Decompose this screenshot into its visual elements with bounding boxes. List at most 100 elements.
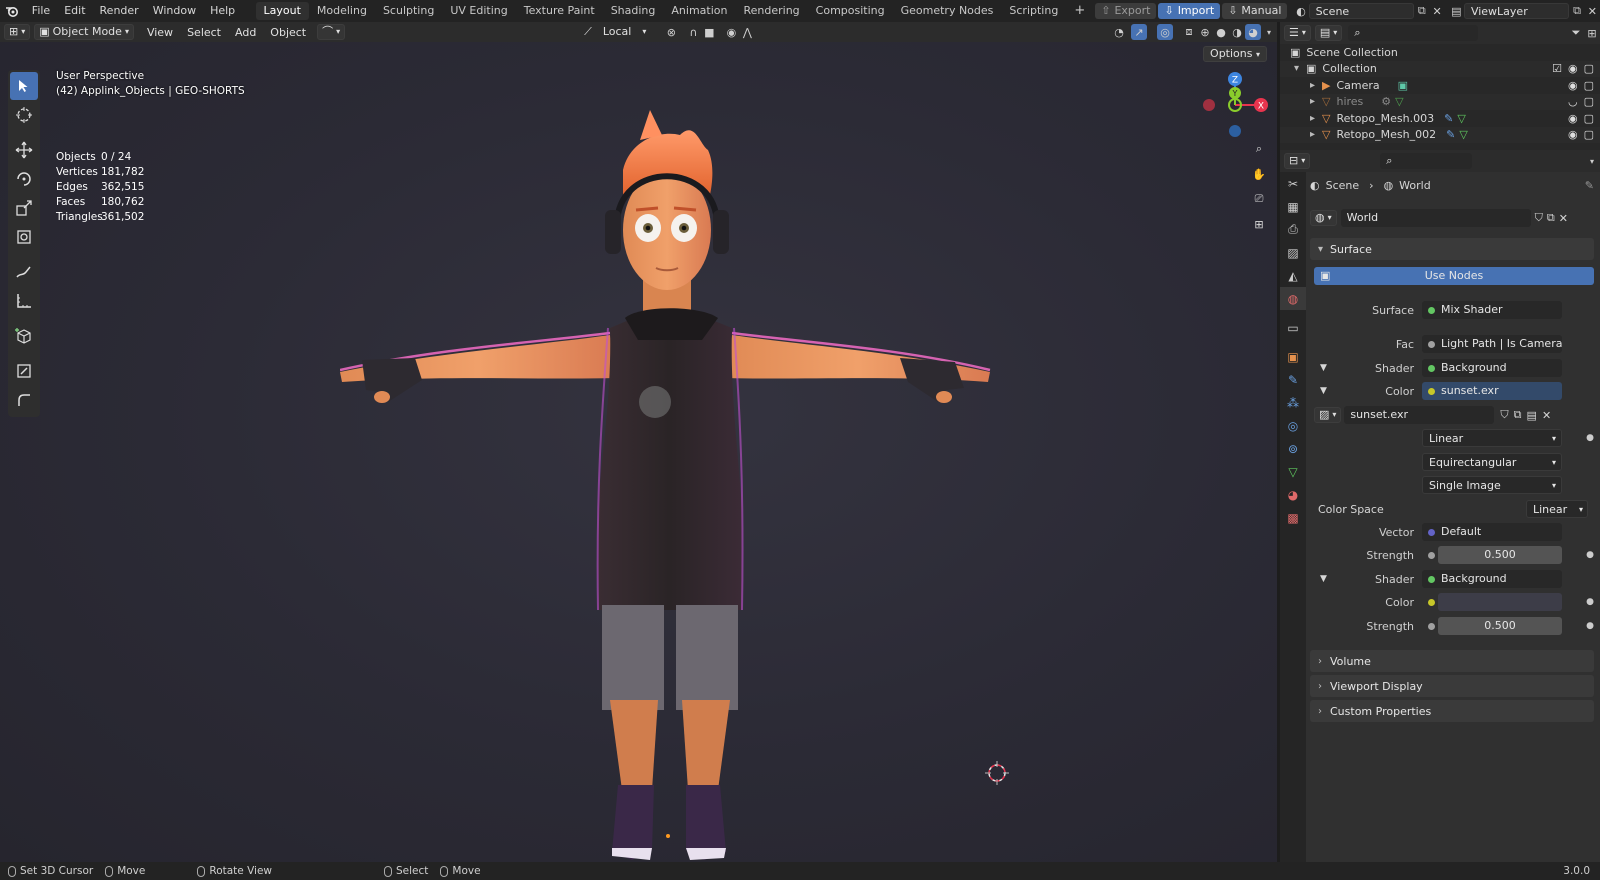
character-model[interactable]	[340, 90, 1010, 862]
chevron-down-icon[interactable]: ▼	[1320, 574, 1327, 584]
tab-scripting[interactable]: Scripting	[1001, 2, 1066, 20]
world-tab-icon[interactable]: ◍	[1280, 287, 1306, 310]
unlink-image-icon[interactable]: ✕	[1542, 409, 1551, 422]
move-tool-icon[interactable]	[10, 136, 38, 164]
proportional-edit-icon[interactable]: ◉	[723, 24, 739, 40]
snap-target-icon[interactable]: ■	[701, 24, 717, 40]
fake-user-icon[interactable]: ⛉	[1535, 211, 1543, 225]
tab-modeling[interactable]: Modeling	[309, 2, 375, 20]
object-mode-dropdown[interactable]: ▣ Object Mode ▾	[34, 24, 134, 40]
menu-object[interactable]: Object	[263, 26, 313, 39]
import-button[interactable]: ⇩ Import	[1158, 3, 1221, 19]
chevron-down-icon[interactable]: ▼	[1320, 363, 1327, 373]
object-tab-icon[interactable]: ▣	[1280, 345, 1306, 368]
outliner-item-hires[interactable]: ▸ ▽ hires ⚙ ▽ ◡ ▢	[1280, 93, 1600, 110]
shading-rendered-icon[interactable]: ◕	[1245, 24, 1261, 40]
strength1-slider[interactable]: 0.500	[1438, 546, 1562, 564]
eye-icon[interactable]: ◉	[1568, 79, 1578, 92]
surface-panel-header[interactable]: ▾ Surface	[1310, 238, 1594, 260]
physics-tab-icon[interactable]: ◎	[1280, 414, 1306, 437]
menu-window[interactable]: Window	[146, 0, 203, 22]
checkbox-icon[interactable]: ☑	[1552, 62, 1562, 75]
scene-tab-icon[interactable]: ◭	[1280, 264, 1306, 287]
scale-tool-icon[interactable]	[10, 194, 38, 222]
fake-user-icon[interactable]: ⛉	[1500, 408, 1508, 422]
view-layer-field[interactable]: ViewLayer	[1463, 3, 1570, 19]
outliner-scene-collection[interactable]: ▣ Scene Collection	[1280, 44, 1600, 61]
tab-uv-editing[interactable]: UV Editing	[442, 2, 515, 20]
overlay-toggle-icon[interactable]: ◎	[1157, 24, 1173, 40]
shading-material-icon[interactable]: ◑	[1229, 24, 1245, 40]
camera-icon[interactable]: ▢	[1584, 79, 1594, 92]
shading-wireframe-icon[interactable]: ⊕	[1197, 24, 1213, 40]
source-dropdown[interactable]: Single Image ▾	[1422, 476, 1562, 494]
delete-scene-icon[interactable]: ✕	[1429, 3, 1444, 19]
tool-tab-icon[interactable]: ✂	[1280, 172, 1306, 195]
duplicate-image-icon[interactable]: ⧉	[1514, 408, 1522, 422]
tab-texture-paint[interactable]: Texture Paint	[516, 2, 603, 20]
modifier-tab-icon[interactable]: ✎	[1280, 368, 1306, 391]
view-layer-tab-icon[interactable]: ▨	[1280, 241, 1306, 264]
visibility-icon[interactable]: ◔	[1111, 24, 1127, 40]
tab-sculpting[interactable]: Sculpting	[375, 2, 442, 20]
camera-icon[interactable]: ▢	[1584, 112, 1594, 125]
chevron-down-icon[interactable]: ▾	[1584, 153, 1600, 169]
vector-field[interactable]: Default	[1422, 523, 1562, 541]
color2-swatch[interactable]	[1438, 593, 1562, 611]
texture-tab-icon[interactable]: ▩	[1280, 506, 1306, 529]
constraints-tab-icon[interactable]: ⊚	[1280, 437, 1306, 460]
projection-dropdown[interactable]: Equirectangular ▾	[1422, 453, 1562, 471]
eye-icon[interactable]: ◉	[1568, 128, 1578, 141]
surface-shader-field[interactable]: Mix Shader	[1422, 301, 1562, 319]
output-tab-icon[interactable]: ⎙	[1280, 218, 1306, 241]
add-cube-tool-icon[interactable]	[10, 322, 38, 350]
shading-solid-icon[interactable]: ●	[1213, 24, 1229, 40]
view-layer-icon[interactable]: ▤	[1449, 3, 1464, 19]
chevron-down-icon[interactable]: ▼	[1320, 386, 1327, 396]
menu-view[interactable]: View	[140, 26, 180, 39]
viewport-display-panel-header[interactable]: › Viewport Display	[1310, 675, 1594, 697]
menu-render[interactable]: Render	[93, 0, 146, 22]
new-world-icon[interactable]: ⧉	[1547, 211, 1555, 225]
scene-icon[interactable]: ◐	[1293, 3, 1308, 19]
rotate-tool-icon[interactable]	[10, 165, 38, 193]
color1-field[interactable]: sunset.exr	[1422, 382, 1562, 400]
menu-add[interactable]: Add	[228, 26, 263, 39]
menu-edit[interactable]: Edit	[57, 0, 92, 22]
camera-icon[interactable]: ▢	[1584, 128, 1594, 141]
zoom-icon[interactable]: ⌕	[1248, 138, 1270, 160]
xray-icon[interactable]: ⧈	[1181, 24, 1197, 40]
interpolation-dropdown[interactable]: Linear ▾	[1422, 429, 1562, 447]
fac-field[interactable]: Light Path | Is Camera Ray	[1422, 335, 1562, 353]
chevron-right-icon[interactable]: ▸	[1310, 80, 1322, 91]
eye-closed-icon[interactable]: ◡	[1568, 95, 1578, 108]
add-workspace-button[interactable]: +	[1066, 2, 1093, 20]
tab-geometry-nodes[interactable]: Geometry Nodes	[893, 2, 1002, 20]
new-view-layer-icon[interactable]: ⧉	[1569, 3, 1584, 19]
tab-layout[interactable]: Layout	[255, 2, 309, 20]
outliner-search-input[interactable]: ⌕	[1348, 25, 1479, 41]
blender-logo-icon[interactable]	[0, 0, 25, 22]
new-collection-icon[interactable]: ⊞	[1584, 25, 1600, 41]
extrude-tool-icon[interactable]	[10, 357, 38, 385]
color-space-dropdown[interactable]: Linear ▾	[1526, 500, 1588, 518]
breadcrumb-scene[interactable]: Scene	[1326, 179, 1360, 192]
collection-tab-icon[interactable]: ▭	[1280, 316, 1306, 339]
open-image-icon[interactable]: ▤	[1527, 409, 1537, 422]
bevel-tool-icon[interactable]	[10, 386, 38, 414]
outliner-item-camera[interactable]: ▸ ▶ Camera ▣ ◉ ▢	[1280, 77, 1600, 94]
filter-icon[interactable]: ⏷	[1568, 25, 1584, 41]
gizmo-neg-x-axis[interactable]	[1203, 99, 1215, 111]
volume-panel-header[interactable]: › Volume	[1310, 650, 1594, 672]
3d-cursor-icon[interactable]	[985, 761, 1009, 785]
measure-tool-icon[interactable]	[10, 287, 38, 315]
keyframe-dot-icon[interactable]: ●	[1586, 550, 1594, 560]
outliner-item-retopo-003[interactable]: ▸ ▽ Retopo_Mesh.003 ✎ ▽ ◉ ▢	[1280, 110, 1600, 127]
menu-file[interactable]: File	[25, 0, 57, 22]
navigation-gizmo[interactable]: Z X Y	[1200, 70, 1270, 140]
transform-tool-icon[interactable]	[10, 223, 38, 251]
image-browse-dropdown[interactable]: ▨ ▾	[1314, 407, 1342, 423]
tab-animation[interactable]: Animation	[663, 2, 735, 20]
gizmo-toggle-icon[interactable]: ↗	[1131, 24, 1147, 40]
strength2-slider[interactable]: 0.500	[1438, 617, 1562, 635]
